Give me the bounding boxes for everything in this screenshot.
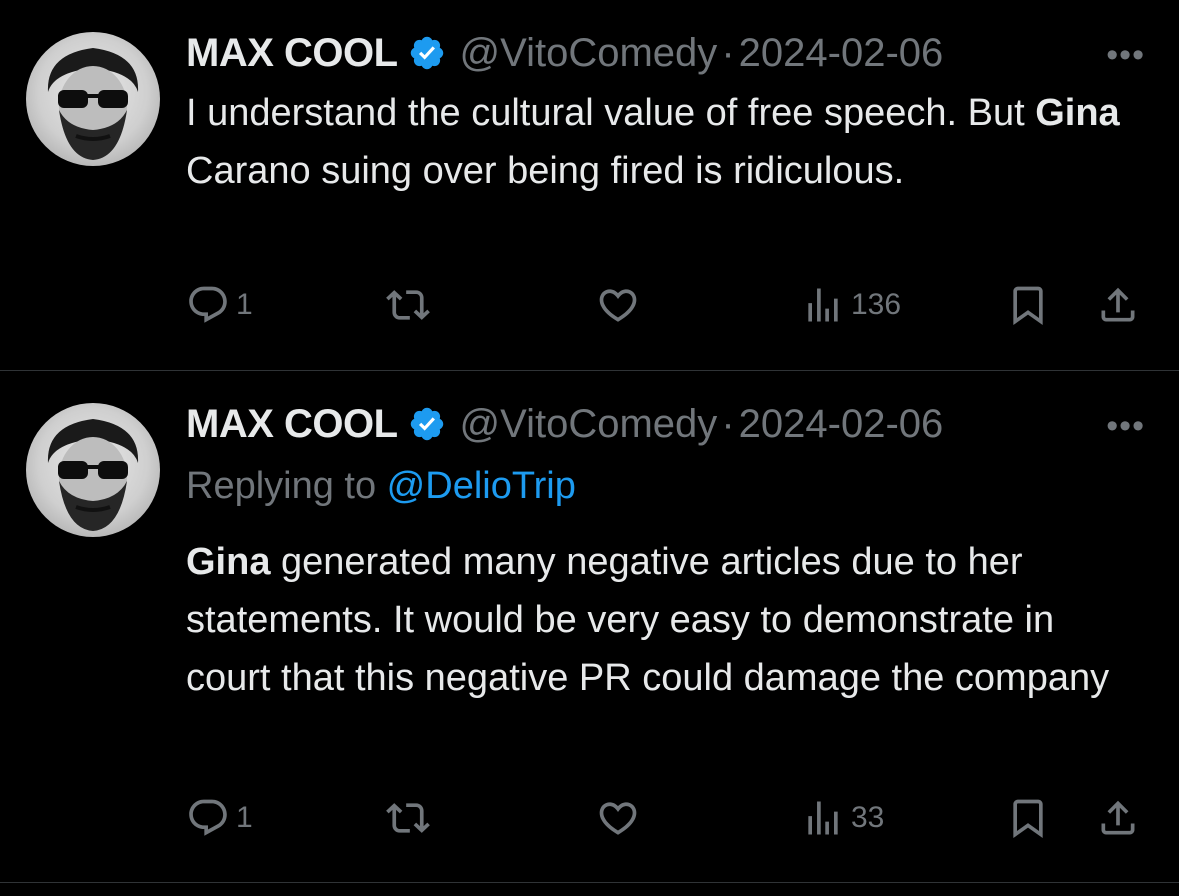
view-count: 136 bbox=[851, 288, 902, 321]
tweet[interactable]: MAX COOL @VitoComedy · 2024-02-06 ••• Re… bbox=[0, 371, 1179, 883]
replying-to-label: Replying to bbox=[186, 465, 387, 507]
tweet-header: MAX COOL @VitoComedy · 2024-02-06 bbox=[186, 399, 943, 449]
tweet-text-part: Carano suing over being fired is ridicul… bbox=[186, 150, 905, 192]
bookmark-button[interactable] bbox=[1006, 793, 1050, 843]
like-icon bbox=[599, 802, 637, 835]
views-icon bbox=[808, 288, 838, 322]
avatar[interactable] bbox=[26, 403, 160, 537]
tweet-header: MAX COOL @VitoComedy · 2024-02-06 bbox=[186, 28, 943, 78]
tweet-text-part: generated many negative articles due to … bbox=[186, 541, 1110, 699]
like-icon bbox=[599, 289, 637, 322]
avatar[interactable] bbox=[26, 32, 160, 166]
tweet-text-part: I understand the cultural value of free … bbox=[186, 92, 1036, 134]
like-button[interactable] bbox=[596, 280, 640, 330]
reply-count: 1 bbox=[236, 801, 253, 834]
action-bar: 1 136 bbox=[186, 280, 1146, 330]
mention-link[interactable]: @DelioTrip bbox=[387, 465, 576, 507]
like-button[interactable] bbox=[596, 793, 640, 843]
share-icon bbox=[1101, 800, 1135, 835]
author-handle[interactable]: @VitoComedy bbox=[460, 402, 718, 447]
retweet-button[interactable] bbox=[386, 280, 430, 330]
replying-to: Replying to @DelioTrip bbox=[186, 465, 576, 508]
tweet-date[interactable]: 2024-02-06 bbox=[739, 402, 944, 447]
tweet-text-bold: Gina bbox=[186, 541, 271, 583]
reply-icon bbox=[189, 799, 227, 836]
separator: · bbox=[721, 30, 735, 75]
verified-badge-icon[interactable] bbox=[408, 34, 446, 72]
more-options-icon[interactable]: ••• bbox=[1106, 36, 1145, 75]
reply-button[interactable]: 1 bbox=[186, 793, 253, 843]
bookmark-icon bbox=[1013, 286, 1043, 326]
verified-badge-icon[interactable] bbox=[408, 405, 446, 443]
view-count: 33 bbox=[851, 801, 885, 834]
reply-icon bbox=[189, 286, 227, 323]
views-button[interactable]: 33 bbox=[801, 793, 884, 843]
action-bar: 1 33 bbox=[186, 793, 1146, 843]
bookmark-button[interactable] bbox=[1006, 280, 1050, 330]
share-button[interactable] bbox=[1096, 280, 1140, 330]
views-icon bbox=[808, 801, 838, 835]
tweet-text-bold: Gina bbox=[1035, 92, 1120, 134]
retweet-icon bbox=[386, 290, 430, 320]
share-button[interactable] bbox=[1096, 793, 1140, 843]
separator: · bbox=[721, 401, 735, 446]
more-options-icon[interactable]: ••• bbox=[1106, 407, 1145, 446]
tweet-date[interactable]: 2024-02-06 bbox=[739, 31, 944, 76]
tweet[interactable]: MAX COOL @VitoComedy · 2024-02-06 ••• I … bbox=[0, 0, 1179, 371]
bookmark-icon bbox=[1013, 799, 1043, 839]
tweet-text: I understand the cultural value of free … bbox=[186, 84, 1136, 200]
retweet-button[interactable] bbox=[386, 793, 430, 843]
author-handle[interactable]: @VitoComedy bbox=[460, 31, 718, 76]
tweet-text: Gina generated many negative articles du… bbox=[186, 533, 1136, 707]
author-name[interactable]: MAX COOL bbox=[186, 402, 398, 447]
views-button[interactable]: 136 bbox=[801, 280, 901, 330]
retweet-icon bbox=[386, 803, 430, 833]
reply-count: 1 bbox=[236, 288, 253, 321]
reply-button[interactable]: 1 bbox=[186, 280, 253, 330]
author-name[interactable]: MAX COOL bbox=[186, 31, 398, 76]
share-icon bbox=[1101, 287, 1135, 322]
